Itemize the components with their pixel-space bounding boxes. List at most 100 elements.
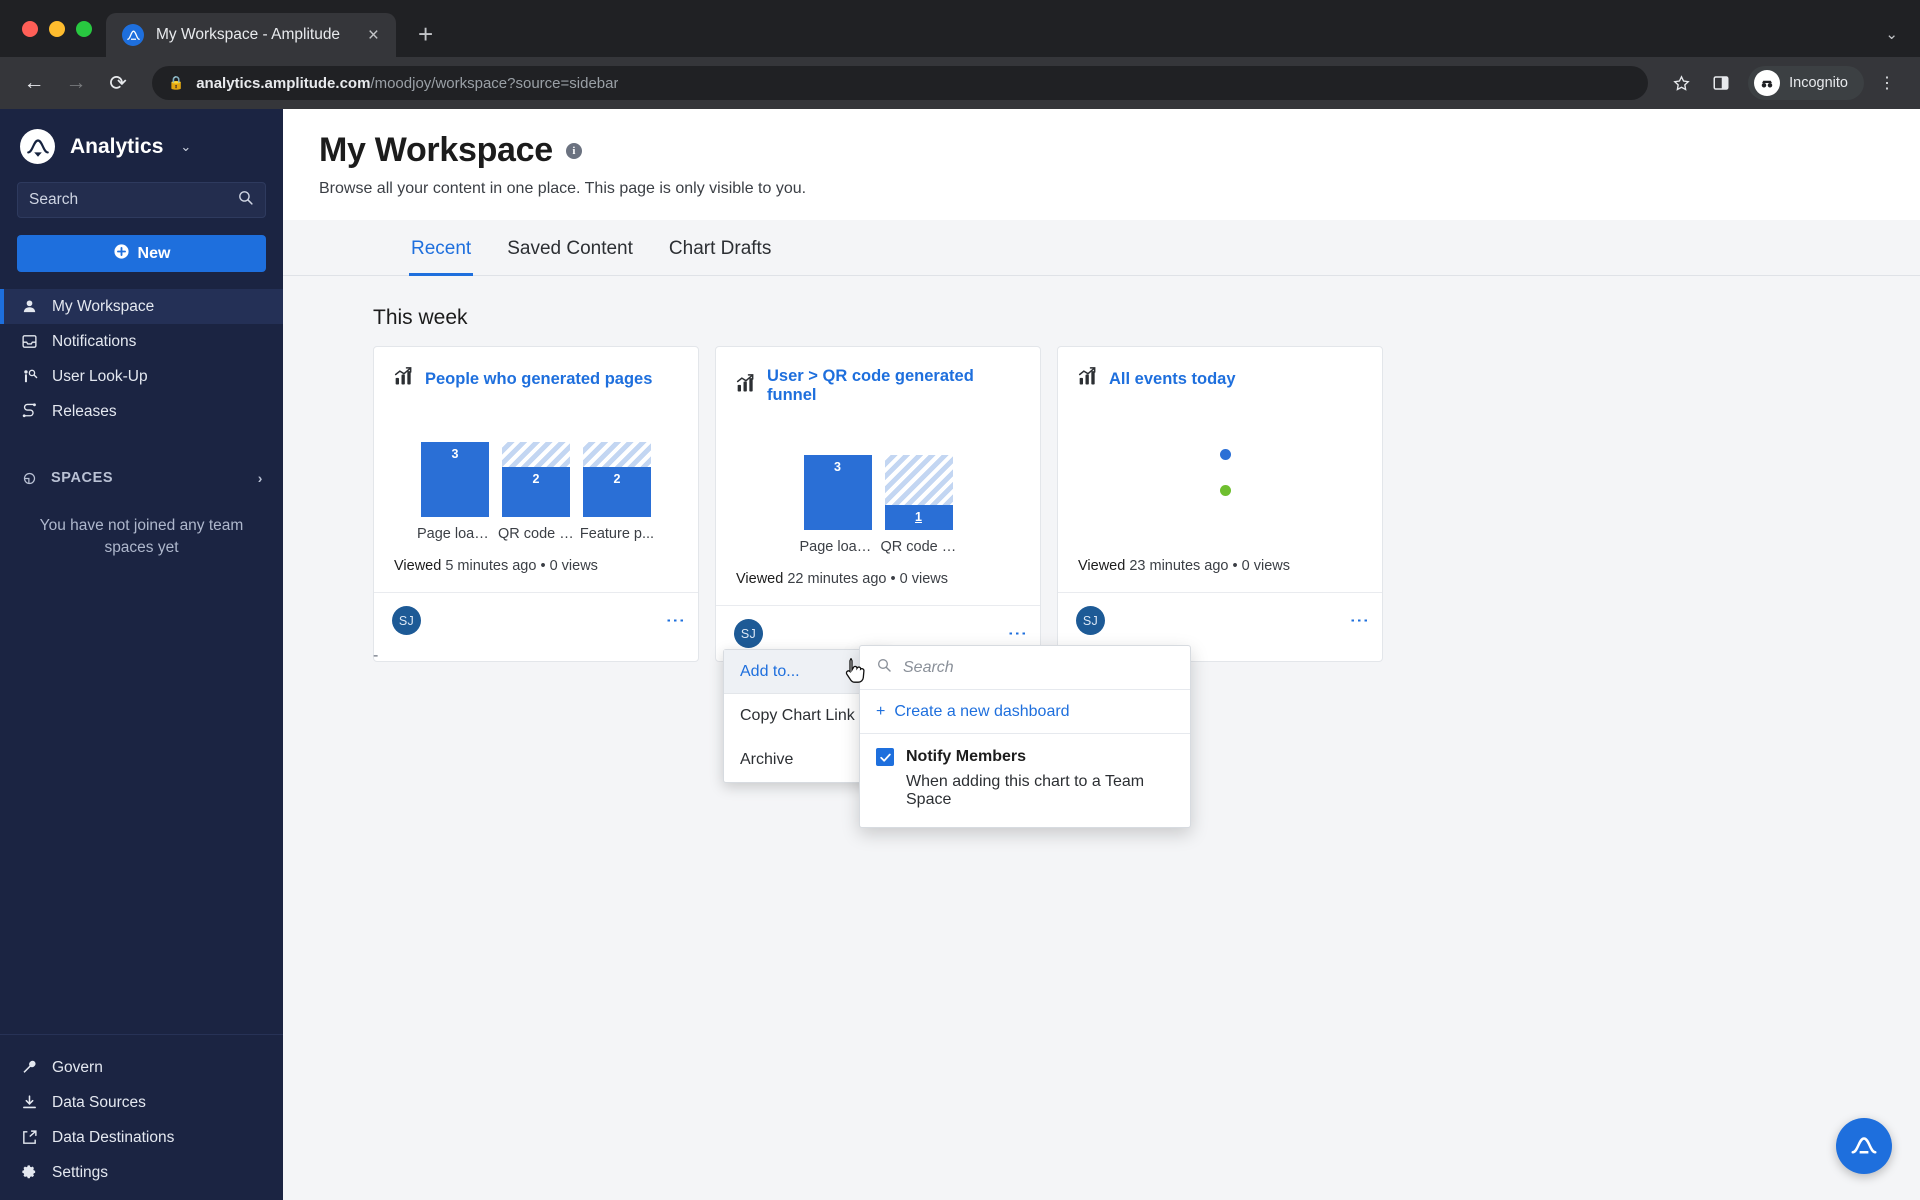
notify-members-label: Notify Members [906,748,1027,765]
card-menu-icon[interactable]: ⋮ [1006,624,1027,643]
viewed-label: Viewed [736,571,784,587]
tab-recent[interactable]: Recent [409,220,474,276]
notify-members-checkbox[interactable] [876,748,894,766]
avatar[interactable]: SJ [734,619,763,648]
card-title[interactable]: User > QR code generated funnel [767,367,1020,405]
sidebar-item-label: Notifications [52,332,137,350]
bar-column: 2 Feature p... [580,442,654,542]
views-count: 0 views [1241,558,1290,574]
avatar[interactable]: SJ [1076,606,1105,635]
page-subtitle: Browse all your content in one place. Th… [319,180,807,197]
bar-value-label: 3 [834,460,841,474]
chevron-right-icon[interactable]: › [258,470,263,486]
sidebar-item-notifications[interactable]: Notifications [0,324,283,359]
spaces-empty-text: You have not joined any team spaces yet [39,517,244,557]
bar-segment: 2 [583,467,651,517]
close-tab-icon[interactable]: × [364,22,383,49]
browser-window: My Workspace - Amplitude × + ⌄ ← → ⟳ 🔒 a… [0,0,1920,1200]
profile-label: Incognito [1789,75,1848,91]
new-tab-button[interactable]: + [396,21,451,57]
sidebar-item-settings[interactable]: Settings [0,1155,283,1190]
search-icon [876,657,892,678]
page-header: My Workspace i Browse all your content i… [283,109,1920,220]
sidebar-item-govern[interactable]: Govern [0,1050,283,1085]
card-menu-icon[interactable]: ⋮ [1348,611,1369,630]
notify-members-section: Notify Members When adding this chart to… [860,734,1190,827]
sidebar-search-input[interactable]: Search [17,182,266,218]
inbox-icon [20,333,39,350]
sidebar-item-releases[interactable]: Releases [0,394,283,429]
spaces-section-header[interactable]: SPACES › [0,463,283,493]
tab-list-icon[interactable]: ⌄ [1885,25,1898,43]
card-meta: Viewed 22 minutes ago • 0 views [716,555,1040,605]
brand-name: Analytics [70,134,164,158]
bar-stack: 2 [583,442,651,517]
info-icon[interactable]: i [565,142,582,159]
mouse-cursor [843,657,869,692]
meta-separator: • [1232,558,1238,574]
new-button[interactable]: New [17,235,266,272]
bar-ghost-segment [884,455,953,505]
maximize-window-button[interactable] [76,20,92,37]
card-header: People who generated pages [374,347,698,392]
notify-members-row[interactable]: Notify Members [876,748,1174,766]
viewed-time: 5 minutes ago [445,558,537,574]
data-point [1220,449,1231,460]
avatar[interactable]: SJ [392,606,421,635]
star-icon[interactable] [1664,66,1698,100]
card-meta: Viewed 5 minutes ago • 0 views [374,542,698,592]
card-title[interactable]: People who generated pages [425,370,652,389]
scatter-chart [1058,392,1382,542]
sidebar-item-label: Govern [52,1058,103,1076]
browser-tab[interactable]: My Workspace - Amplitude × [106,13,396,57]
views-count: 0 views [549,558,598,574]
browser-menu-icon[interactable]: ⋮ [1870,66,1904,100]
forward-button[interactable]: → [58,65,94,101]
sidebar-item-label: Data Sources [52,1093,146,1111]
sidebar-item-user-lookup[interactable]: User Look-Up [0,359,283,394]
dashboard-search-input[interactable]: Search [860,646,1190,690]
back-button[interactable]: ← [16,65,52,101]
bar-segment: 3 [803,455,872,530]
side-panel-icon[interactable] [1704,66,1738,100]
sidebar-item-label: Settings [52,1163,109,1181]
brand-selector[interactable]: Analytics ⌄ [0,109,283,180]
address-bar[interactable]: 🔒 analytics.amplitude.com/moodjoy/worksp… [152,66,1649,100]
viewed-time: 23 minutes ago [1129,558,1229,574]
bar-stack: 1 [884,455,953,530]
sidebar-item-label: My Workspace [52,297,155,315]
bar-stack: 3 [421,442,489,517]
sidebar-item-data-sources[interactable]: Data Sources [0,1085,283,1120]
minimize-window-button[interactable] [49,20,65,37]
chart-icon [1078,367,1098,392]
sidebar-item-label: Releases [52,402,117,420]
help-fab-button[interactable] [1836,1118,1892,1174]
sidebar-item-my-workspace[interactable]: My Workspace [0,289,283,324]
tab-chart-drafts[interactable]: Chart Drafts [667,220,773,275]
close-window-button[interactable] [22,20,38,37]
bar-column: 3 Page load... [417,442,493,542]
bar-ghost-segment [502,442,570,467]
url-host: analytics.amplitude.com [196,74,371,92]
window-controls [18,0,106,57]
data-point [1220,485,1231,496]
sidebar-item-data-destinations[interactable]: Data Destinations [0,1120,283,1155]
chart-card[interactable]: All events today Viewed 23 minutes ago •… [1057,346,1383,662]
create-new-dashboard-button[interactable]: + Create a new dashboard [860,690,1190,734]
card-header: All events today [1058,347,1382,392]
card-title[interactable]: All events today [1109,370,1236,389]
bar-column: 3 Page loaded [800,455,876,555]
card-menu-icon[interactable]: ⋮ [664,611,685,630]
sidebar-bottom-nav: Govern Data Sources Data Destinations Se… [0,1034,283,1200]
reload-button[interactable]: ⟳ [100,65,136,101]
sidebar-item-label: User Look-Up [52,367,148,385]
tab-saved-content[interactable]: Saved Content [505,220,635,275]
notify-members-description: When adding this chart to a Team Space [906,773,1145,808]
bar-value-label: 3 [451,447,459,461]
main-content: My Workspace i Browse all your content i… [283,109,1920,1200]
bar-column: 2 QR code g... [498,442,574,542]
chart-card[interactable]: User > QR code generated funnel 3 Page l… [715,346,1041,662]
profile-chip[interactable]: Incognito [1748,66,1864,100]
chart-card[interactable]: People who generated pages 3 Page load..… [373,346,699,662]
sidebar-nav: My Workspace Notifications User Look-Up [0,289,283,429]
